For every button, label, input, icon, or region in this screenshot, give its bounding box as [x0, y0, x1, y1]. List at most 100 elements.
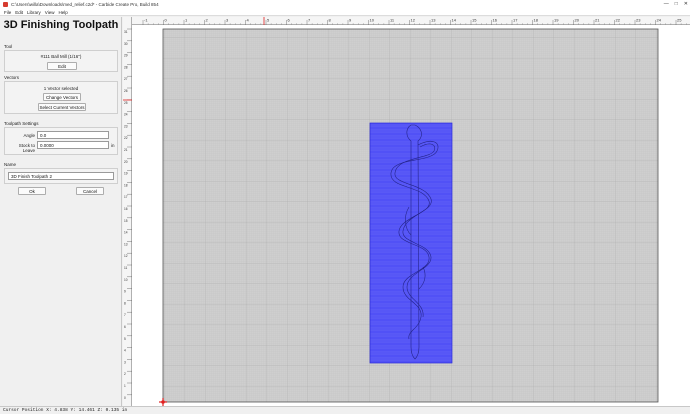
cancel-button[interactable]: Cancel	[76, 187, 104, 195]
ruler-left-label: 10	[124, 278, 128, 282]
ruler-left-label: 25	[124, 101, 128, 105]
ruler-left-label: 11	[124, 266, 128, 270]
ruler-top-label: 11	[390, 18, 395, 23]
maximize-icon[interactable]: □	[675, 1, 678, 7]
ruler-left-label: 23	[124, 124, 128, 128]
settings-section-label: Toolpath Settings	[4, 121, 39, 126]
ruler-left-label: 14	[124, 231, 128, 235]
ruler-top-label: 3	[226, 18, 229, 23]
toolpath-name-input[interactable]: 3D Finish Toolpath 2	[8, 172, 114, 180]
angle-input[interactable]: 0.0	[37, 131, 109, 139]
ruler-left-label: 9	[124, 290, 126, 294]
ruler-top-label: 6	[288, 18, 291, 23]
ruler-top-label: 13	[431, 18, 436, 23]
ruler-top-label: 8	[329, 18, 332, 23]
ruler-left-svg: 3130292827262524232221201918171615141312…	[123, 28, 132, 400]
ruler-top-label: 20	[575, 18, 580, 23]
ruler-left-label: 12	[124, 254, 128, 258]
tool-group: #111 Ball Mill (1/16") Edit	[4, 50, 118, 72]
window-controls: — □ ✕	[664, 1, 688, 7]
ruler-left-label: 0	[124, 396, 126, 400]
title-bar: C:\Users\willa\Downloads\med_relief.c2d*…	[0, 0, 690, 9]
ruler-top-label: 7	[308, 18, 311, 23]
stock-unit: in	[111, 143, 115, 148]
tool-name: #111 Ball Mill (1/16")	[40, 54, 82, 59]
stock-to-leave-input[interactable]: 0.0000	[37, 141, 109, 149]
ruler-left-label: 29	[124, 54, 128, 58]
vectors-group: 1 Vector selected Change Vectors Select …	[4, 81, 118, 114]
cursor-position: Cursor Position X: 4.838 Y: 14.461 Z: 0.…	[3, 408, 128, 413]
ruler-top-label: 25	[677, 18, 682, 23]
ruler-top-label: 9	[349, 18, 352, 23]
ruler-top-label: 0	[165, 18, 168, 23]
ruler-left-label: 2	[124, 372, 126, 376]
ok-button[interactable]: Ok	[18, 187, 46, 195]
ruler-top-label: 14	[452, 18, 457, 23]
ruler-top-svg: -1 0 1 2 3 4 5 6 7 8 9 10 11 12 13 14 15 16 17 18 19 20 21 22 23…	[142, 17, 687, 25]
panel-title: 3D Finishing Toolpath	[3, 19, 119, 31]
edit-tool-button[interactable]: Edit	[47, 62, 77, 70]
ruler-left-label: 3	[124, 360, 126, 364]
menu-bar: File Edit Library View Help	[0, 9, 690, 16]
change-vectors-button[interactable]: Change Vectors	[43, 93, 81, 101]
select-current-vectors-button[interactable]: Select Current Vectors	[38, 103, 86, 111]
ruler-top-label: 24	[657, 18, 662, 23]
ruler-left-label: 28	[124, 65, 128, 69]
ruler-left-label: 7	[124, 313, 126, 317]
ruler-left-label: 5	[124, 337, 126, 341]
menu-edit[interactable]: Edit	[15, 10, 23, 15]
ruler-top-label: 4	[247, 18, 250, 23]
status-bar: Cursor Position X: 4.838 Y: 14.461 Z: 0.…	[0, 406, 690, 414]
ruler-left-label: 17	[124, 195, 128, 199]
tool-section-label: Tool	[4, 44, 13, 49]
design-canvas[interactable]	[123, 17, 690, 406]
toolpath-panel: 3D Finishing Toolpath Tool #111 Ball Mil…	[0, 17, 122, 406]
ruler-left: 31 30 29 28 27 26 25 24 23 22 21 20 19 18 17 16 15 14 13 12…	[123, 17, 132, 406]
ruler-top-label: 18	[534, 18, 539, 23]
ruler-left-label: 22	[124, 136, 128, 140]
ruler-left-label: 27	[124, 77, 128, 81]
ruler-top-label: 21	[595, 18, 600, 23]
ruler-left-label: 1	[124, 384, 126, 388]
menu-view[interactable]: View	[45, 10, 55, 15]
ruler-left-label: 21	[124, 148, 128, 152]
menu-file[interactable]: File	[4, 10, 11, 15]
ruler-top-label: 23	[636, 18, 641, 23]
ruler-top-label: 5	[267, 18, 270, 23]
ruler-top-label: -1	[144, 18, 148, 23]
ruler-left-label: 19	[124, 172, 128, 176]
menu-library[interactable]: Library	[27, 10, 41, 15]
stock-to-leave-label: Stock to Leave	[18, 143, 35, 153]
canvas-svg[interactable]	[123, 17, 690, 406]
ruler-top-label: 15	[472, 18, 477, 23]
ruler-left-label: 26	[124, 89, 128, 93]
window-title: C:\Users\willa\Downloads\med_relief.c2d*…	[11, 2, 159, 7]
ruler-top-label: 1	[185, 18, 188, 23]
ruler-left-label: 24	[124, 113, 128, 117]
ruler-top-label: 12	[411, 18, 416, 23]
ruler-top-label: 22	[616, 18, 621, 23]
ruler-top-label: 17	[513, 18, 518, 23]
name-section-label: Name	[4, 162, 17, 167]
ruler-left-label: 13	[124, 242, 128, 246]
settings-group: Angle 0.0 Stock to Leave 0.0000 in	[4, 127, 118, 155]
ruler-top: -1 0 1 2 3 4 5 6 7 8 9 10 11 12 13 14 15 16 17 18 19 20 21 22 23…	[123, 17, 690, 25]
close-icon[interactable]: ✕	[684, 1, 688, 7]
name-group: 3D Finish Toolpath 2	[4, 168, 118, 184]
vectors-selected-text: 1 Vector selected	[43, 86, 79, 91]
ruler-left-label: 30	[124, 42, 128, 46]
ruler-left-label: 6	[124, 325, 126, 329]
ruler-left-label: 15	[124, 219, 128, 223]
app-icon	[3, 2, 8, 7]
angle-label: Angle	[23, 133, 35, 138]
ruler-left-label: 16	[124, 207, 128, 211]
ruler-top-label: 2	[206, 18, 209, 23]
menu-help[interactable]: Help	[58, 10, 67, 15]
ruler-left-label: 31	[124, 30, 128, 34]
minimize-icon[interactable]: —	[664, 1, 669, 7]
ruler-top-label: 10	[370, 18, 375, 23]
ruler-left-label: 4	[124, 349, 126, 353]
ruler-left-label: 8	[124, 301, 126, 305]
ruler-top-label: 19	[554, 18, 559, 23]
ruler-left-label: 18	[124, 183, 128, 187]
